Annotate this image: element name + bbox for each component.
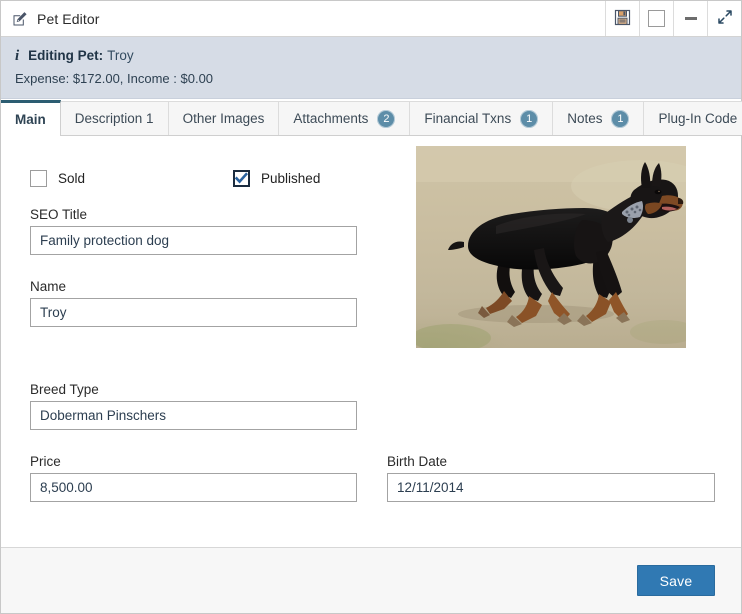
- published-checkbox-group[interactable]: Published: [233, 170, 320, 187]
- name-label: Name: [30, 279, 67, 294]
- pet-photo[interactable]: [416, 146, 686, 348]
- titlebar-title-area: Pet Editor: [1, 1, 605, 36]
- name-input[interactable]: [30, 298, 357, 327]
- tab-financial-txns[interactable]: Financial Txns 1: [410, 101, 554, 135]
- seo-title-input[interactable]: [30, 226, 357, 255]
- tab-label: Plug-In Code: [658, 111, 738, 126]
- floppy-disk-icon: [614, 9, 631, 29]
- edit-pencil-icon: [12, 11, 28, 27]
- tab-label: Financial Txns: [424, 111, 512, 126]
- tab-notes[interactable]: Notes 1: [553, 101, 645, 135]
- window-title: Pet Editor: [37, 10, 100, 27]
- editing-info-heading: i Editing Pet: Troy: [1, 47, 741, 65]
- tab-label: Main: [15, 112, 46, 127]
- tab-main[interactable]: Main: [1, 100, 61, 136]
- restore-button[interactable]: [639, 1, 673, 36]
- published-checkbox[interactable]: [233, 170, 251, 187]
- minimize-button[interactable]: [673, 1, 707, 36]
- breed-type-label: Breed Type: [30, 382, 99, 397]
- tab-label: Description 1: [74, 111, 154, 126]
- breed-type-input[interactable]: [30, 401, 357, 430]
- tab-attachments[interactable]: Attachments 2: [279, 101, 411, 135]
- tab-label: Other Images: [182, 111, 265, 126]
- editing-pet-name: Troy: [107, 48, 134, 63]
- expand-button[interactable]: [707, 1, 741, 36]
- status-checkbox-row: Sold Published: [30, 170, 370, 187]
- tab-strip: Main Description 1 Other Images Attachme…: [1, 99, 742, 136]
- price-label: Price: [30, 454, 61, 469]
- birth-date-label: Birth Date: [387, 454, 448, 469]
- save-icon-button[interactable]: [605, 1, 639, 36]
- tab-label: Attachments: [293, 111, 369, 126]
- save-button[interactable]: Save: [637, 565, 715, 596]
- sold-checkbox[interactable]: [30, 170, 47, 187]
- pet-photo-image: [416, 146, 686, 348]
- tab-badge-count: 1: [520, 109, 539, 128]
- tab-label: Notes: [567, 111, 603, 126]
- pet-editor-window: Pet Editor i Editing Pet: Troy Expense: …: [0, 0, 742, 614]
- titlebar-button-group: [605, 1, 741, 36]
- sold-checkbox-group[interactable]: Sold: [30, 170, 85, 187]
- tab-plug-in-code[interactable]: Plug-In Code: [644, 101, 742, 135]
- editing-info-bar: i Editing Pet: Troy Expense: $172.00, In…: [1, 37, 741, 99]
- diagonal-arrows-icon: [717, 9, 733, 28]
- tab-badge-count: 2: [377, 109, 396, 128]
- birth-date-input[interactable]: [387, 473, 715, 502]
- sold-label: Sold: [58, 171, 86, 186]
- tab-badge-count: 1: [611, 109, 630, 128]
- square-icon: [648, 10, 665, 27]
- tab-other-images[interactable]: Other Images: [168, 101, 280, 135]
- price-input[interactable]: [30, 473, 357, 502]
- main-tab-panel: Sold Published SEO Title Name Breed Type…: [1, 136, 741, 547]
- published-label: Published: [261, 171, 321, 186]
- info-icon: i: [15, 48, 20, 64]
- tab-description-1[interactable]: Description 1: [60, 101, 169, 135]
- minimize-dash-icon: [684, 17, 697, 20]
- footer-bar: Save: [1, 547, 741, 613]
- window-titlebar: Pet Editor: [1, 1, 741, 37]
- expense-income-summary: Expense: $172.00, Income : $0.00: [15, 71, 214, 86]
- checkmark-icon: [235, 172, 249, 184]
- seo-title-label: SEO Title: [30, 207, 88, 222]
- editing-pet-label: Editing Pet:: [28, 48, 104, 63]
